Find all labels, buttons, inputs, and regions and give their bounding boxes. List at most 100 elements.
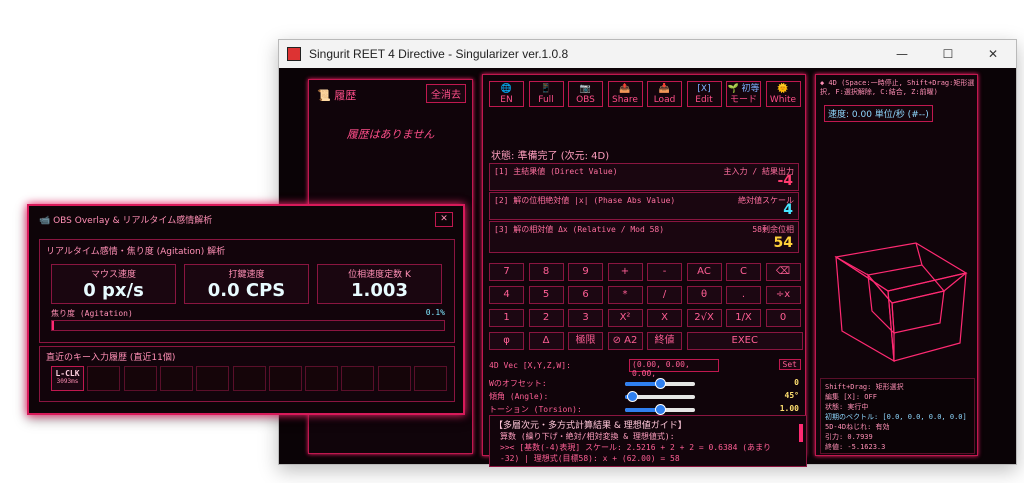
close-button[interactable]: ✕ xyxy=(970,40,1016,68)
hypercube-canvas[interactable] xyxy=(816,215,979,365)
vec-set-button[interactable]: Set xyxy=(778,359,801,370)
vec-input[interactable]: (0.00, 0.00, 0.00, xyxy=(629,359,719,378)
agitation-label: 焦り度 (Agitation) xyxy=(51,309,133,318)
key-7[interactable]: 7 xyxy=(489,263,524,281)
toolbar-button-en[interactable]: 🌐 EN xyxy=(489,81,524,107)
overlay-title: 📹 OBS Overlay & リアルタイム感情解析 xyxy=(39,216,213,226)
key-θ[interactable]: θ xyxy=(686,286,722,304)
key-φ[interactable]: φ xyxy=(489,332,524,350)
metric-label: マウス速度 xyxy=(90,270,136,280)
key-9[interactable]: 9 xyxy=(568,263,603,281)
key-history-slot xyxy=(196,366,230,391)
metric-card: 打鍵速度 0.0 CPS xyxy=(184,264,309,304)
agitation-section-title: リアルタイム感情・焦り度 (Agitation) 解析 xyxy=(46,247,226,257)
key-Δ[interactable]: Δ xyxy=(528,332,564,350)
key-極限[interactable]: 極限 xyxy=(568,332,603,350)
key-2√X[interactable]: 2√X xyxy=(686,309,722,327)
key-history-title: 直近のキー入力履歴 (直近11個) xyxy=(46,353,176,363)
toolbar-button-share[interactable]: 📤 Share xyxy=(607,81,643,107)
key-⌫[interactable]: ⌫ xyxy=(765,263,801,281)
history-empty-message: 履歴はありません xyxy=(346,128,435,141)
history-title: 📜 履歴 xyxy=(317,89,357,102)
slider-track[interactable] xyxy=(625,378,695,389)
slider-thumb[interactable] xyxy=(627,391,638,402)
result-value: 54 xyxy=(773,235,793,251)
minimize-button[interactable]: — xyxy=(879,40,925,68)
guide-line-1: >>< [基数(-4)表現] スケール: 2.5216 + 2 + 2 = 0.… xyxy=(500,443,772,452)
slider-thumb[interactable] xyxy=(655,404,666,415)
key-8[interactable]: 8 xyxy=(528,263,564,281)
key-EXEC[interactable]: EXEC xyxy=(686,332,803,350)
result-title: [3] 解の相対値 Δx (Relative / Mod 58) xyxy=(494,225,665,234)
toolbar-label: EN xyxy=(500,95,513,105)
toolbar-button-full[interactable]: 📱 Full xyxy=(528,81,564,107)
key-+[interactable]: + xyxy=(607,263,643,281)
overlay-close-button[interactable]: ✕ xyxy=(435,212,453,227)
slider-track[interactable] xyxy=(625,404,695,415)
guide-subtitle: 算数 (繰り下げ・絶対/相対変換 & 理想値式): xyxy=(500,432,675,441)
metric-label: 打鍵速度 xyxy=(228,270,265,280)
slider-value: 0 xyxy=(794,378,799,387)
key-AC[interactable]: AC xyxy=(686,263,722,281)
readout-line: 編集 [X]: OFF xyxy=(825,393,877,401)
calculator-panel: 🌐 EN 📱 Full 📷 OBS 📤 Share 📥 Load [X] Edit 🌱 初等 モード 🌞 Wh… xyxy=(482,74,807,467)
toolbar-button-edit[interactable]: [X] Edit xyxy=(686,81,722,107)
hypercube-info: ◆ 4D (Space:一時停止, Shift+Drag:矩形選択, F:選択解… xyxy=(820,79,975,96)
vec-row: 4D Vec [X,Y,Z,W]: (0.00, 0.00, 0.00, Set xyxy=(489,359,803,378)
slider-label: 傾角 (Angle): xyxy=(489,392,549,401)
cube-left-face xyxy=(835,255,895,363)
maximize-button[interactable]: ☐ xyxy=(925,40,971,68)
key-4[interactable]: 4 xyxy=(489,286,524,304)
key-history-slot xyxy=(232,366,266,391)
result-value: 4 xyxy=(783,202,793,218)
toolbar-button-モード[interactable]: 🌱 初等 モード xyxy=(726,81,761,107)
toolbar-icon: 📱 xyxy=(540,84,552,94)
toolbar-icon: 🌱 初等 xyxy=(727,84,760,94)
toolbar-icon: 📷 xyxy=(579,84,592,94)
slider-value: 45° xyxy=(784,391,799,400)
status-text: 状態: 準備完了 (次元: 4D) xyxy=(491,151,610,162)
slider-row-2: 傾角 (Angle): 45° xyxy=(489,390,803,402)
key-history-slot xyxy=(159,366,193,391)
clear-history-button[interactable]: 全消去 xyxy=(426,84,466,103)
readout-line: 終値: -5.1623.3 xyxy=(825,443,886,451)
toolbar-icon: 🌐 xyxy=(500,84,513,94)
inner-cube-right xyxy=(891,290,945,334)
result-title: [2] 解の位相絶対値 |x| (Phase Abs Value) xyxy=(494,196,676,205)
toolbar-icon: 📤 xyxy=(619,84,631,94)
guide-scrollbar[interactable] xyxy=(799,424,803,442)
metric-label: 位相速度定数 K xyxy=(348,270,411,280)
key-/[interactable]: / xyxy=(647,286,682,304)
key-.[interactable]: . xyxy=(726,286,761,304)
key-*[interactable]: * xyxy=(607,286,643,304)
slider-track[interactable] xyxy=(625,391,695,402)
slider-thumb[interactable] xyxy=(655,378,666,389)
inner-cube-top xyxy=(866,264,946,304)
key-X[interactable]: X xyxy=(647,309,682,327)
hypercube-panel: ◆ 4D (Space:一時停止, Shift+Drag:矩形選択, F:選択解… xyxy=(815,74,978,456)
key-2[interactable]: 2 xyxy=(528,309,564,327)
toolbar-label: OBS xyxy=(576,95,595,105)
key-X²[interactable]: X² xyxy=(607,309,643,327)
key-1/X[interactable]: 1/X xyxy=(726,309,761,327)
key-3[interactable]: 3 xyxy=(568,309,603,327)
key-÷x[interactable]: ÷x xyxy=(765,286,801,304)
slider-label: Wのオフセット: xyxy=(489,379,547,388)
vec-label: 4D Vec [X,Y,Z,W]: xyxy=(489,361,571,370)
key-history-time: 3093ms xyxy=(56,378,79,385)
keypad: 7 8 9 + - AC C ⌫ 4 5 6 * / θ. ÷x 1 2 3 X² X 2√X 1/X 0 φ Δ 極限 ⊘ A2 終… xyxy=(489,263,803,355)
key-6[interactable]: 6 xyxy=(568,286,603,304)
key-0[interactable]: 0 xyxy=(765,309,801,327)
key-5[interactable]: 5 xyxy=(528,286,564,304)
key-⊘ A2[interactable]: ⊘ A2 xyxy=(607,332,643,350)
key-終値[interactable]: 終値 xyxy=(647,332,682,350)
agitation-bar xyxy=(51,320,445,331)
toolbar-button-load[interactable]: 📥 Load xyxy=(647,81,682,107)
title-bar[interactable]: Singurit REET 4 Directive - Singularizer… xyxy=(279,40,1016,68)
toolbar-button-white[interactable]: 🌞 White xyxy=(765,81,801,107)
key-1[interactable]: 1 xyxy=(489,309,524,327)
key-C[interactable]: C xyxy=(726,263,761,281)
key--[interactable]: - xyxy=(647,263,682,281)
metric-value: 1.003 xyxy=(351,280,408,301)
toolbar-button-obs[interactable]: 📷 OBS xyxy=(568,81,603,107)
